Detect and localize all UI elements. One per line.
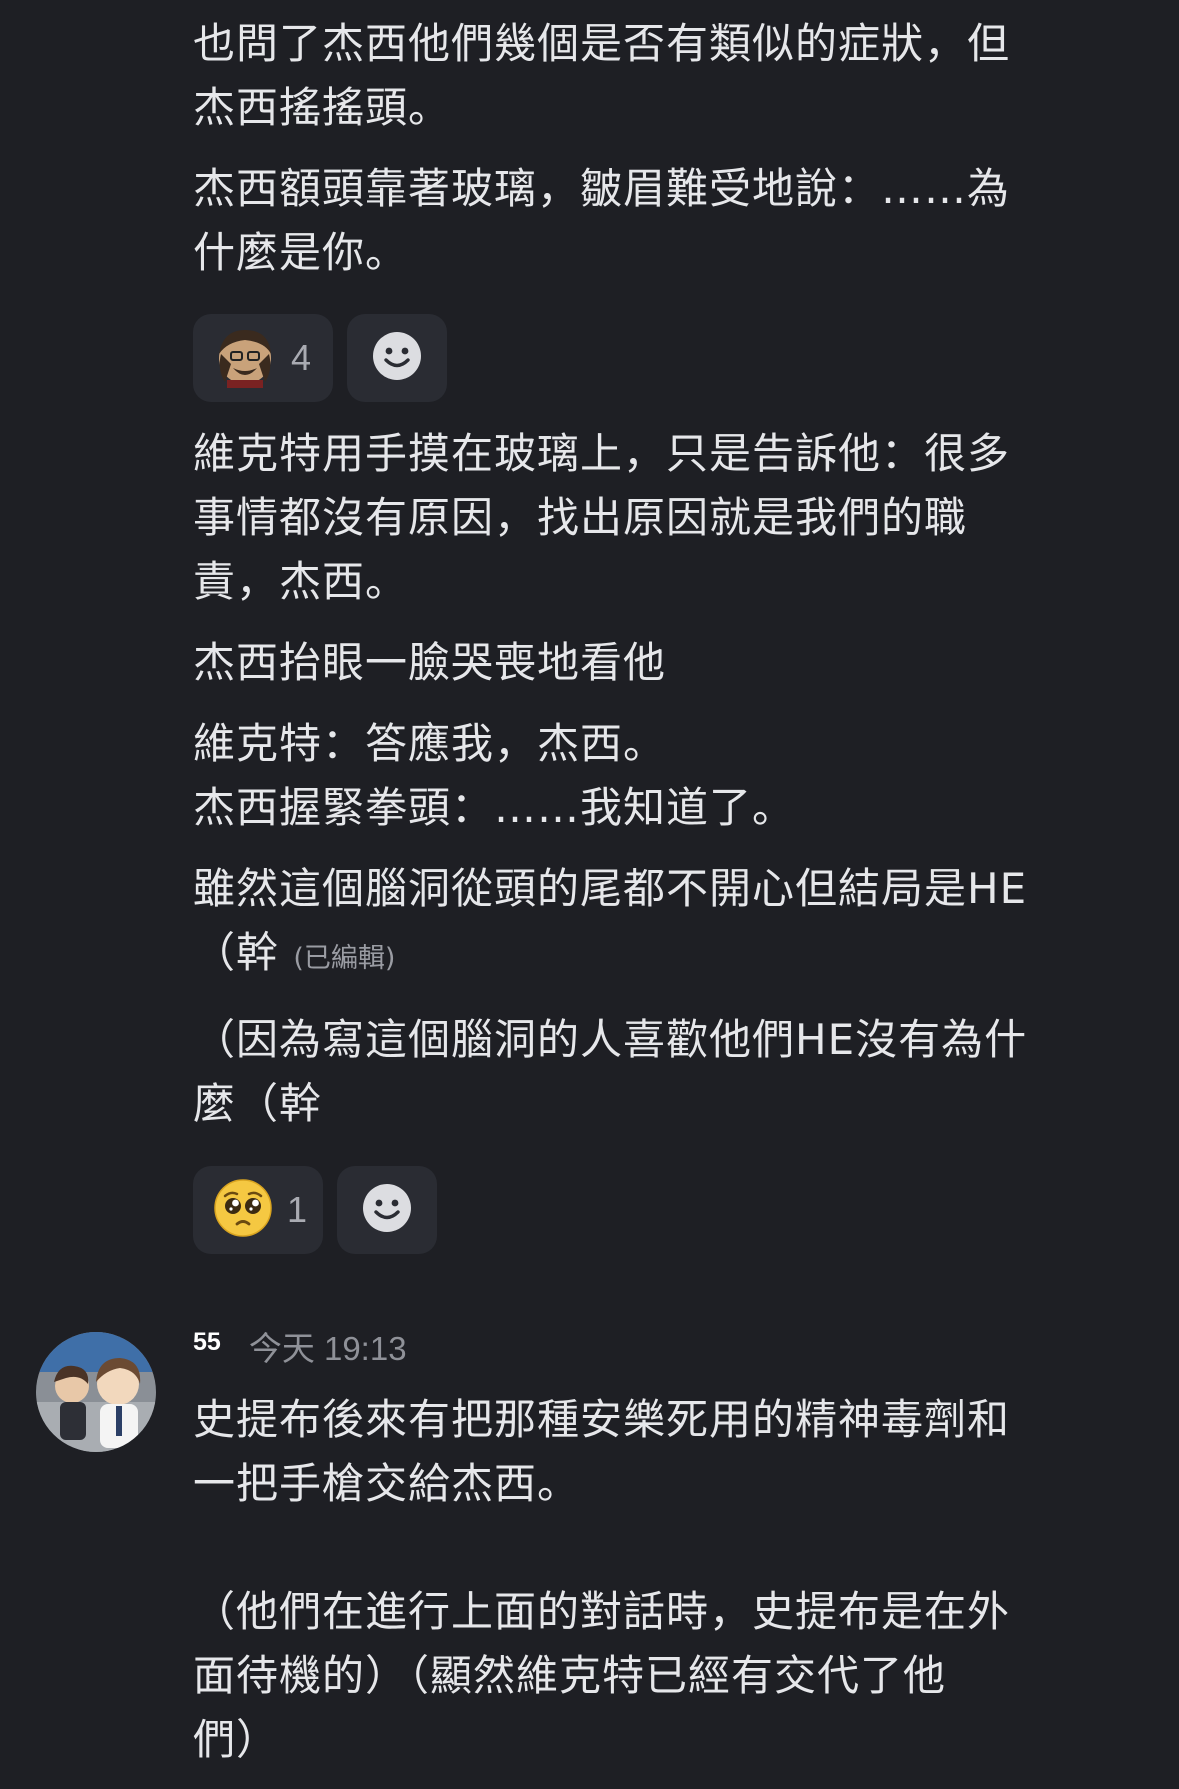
avatar[interactable] <box>36 1332 156 1452</box>
message-text: （他們在進行上面的對話時，史提布是在外 面待機的）（顯然維克特已經有交代了他 們… <box>193 1587 1011 1764</box>
message-text: 也問了杰西他們幾個是否有類似的症狀，但 杰西搖搖頭。 <box>193 19 1011 132</box>
smiley-plus-icon <box>362 1183 412 1237</box>
custom-character-emoji-icon <box>213 324 277 392</box>
pleading-face-emoji-icon <box>213 1178 273 1242</box>
reaction-bar: 1 <box>193 1166 437 1254</box>
reaction-count: 1 <box>287 1189 308 1230</box>
message-header: 55 今天 19:13 <box>193 1322 407 1370</box>
message-body: 史提布後來有把那種安樂死用的精神毒劑和 一把手槍交給杰西。 （他們在進行上面的對… <box>193 1388 1133 1772</box>
smiley-plus-icon <box>372 331 422 385</box>
message-text: 維克特：答應我，杰西。 杰西握緊拳頭：……我知道了。 <box>193 719 796 832</box>
message-text: （因為寫這個腦洞的人喜歡他們HE沒有為什 麼（幹 <box>193 1015 1028 1128</box>
message-timestamp: 今天 19:13 <box>248 1330 407 1367</box>
chat-message-list: 也問了杰西他們幾個是否有類似的症狀，但 杰西搖搖頭。 杰西額頭靠著玻璃，皺眉難受… <box>0 0 1179 1789</box>
message-continuation-1: 也問了杰西他們幾個是否有類似的症狀，但 杰西搖搖頭。 杰西額頭靠著玻璃，皺眉難受… <box>193 12 1133 285</box>
reaction-bar: 4 <box>193 314 447 402</box>
message-continuation-2: 維克特用手摸在玻璃上，只是告訴他：很多 事情都沒有原因，找出原因就是我們的職 責… <box>193 422 1133 1136</box>
message-text: 史提布後來有把那種安樂死用的精神毒劑和 一把手槍交給杰西。 <box>193 1395 1011 1508</box>
reaction-chip[interactable]: 1 <box>193 1166 323 1254</box>
reaction-chip[interactable]: 4 <box>193 314 333 402</box>
message-text: 雖然這個腦洞從頭的尾都不開心但結局是HE （幹 (已編輯) <box>193 857 1133 991</box>
message-text: 杰西額頭靠著玻璃，皺眉難受地說：……為 什麼是你。 <box>193 164 1011 277</box>
author-name[interactable]: 55 <box>193 1328 221 1357</box>
edited-label: (已編輯) <box>293 943 396 974</box>
message-text: 維克特用手摸在玻璃上，只是告訴他：很多 事情都沒有原因，找出原因就是我們的職 責… <box>193 429 1011 606</box>
add-reaction-button[interactable] <box>347 314 447 402</box>
message-text: 杰西抬眼一臉哭喪地看他 <box>193 638 667 687</box>
add-reaction-button[interactable] <box>337 1166 437 1254</box>
reaction-count: 4 <box>291 337 312 378</box>
